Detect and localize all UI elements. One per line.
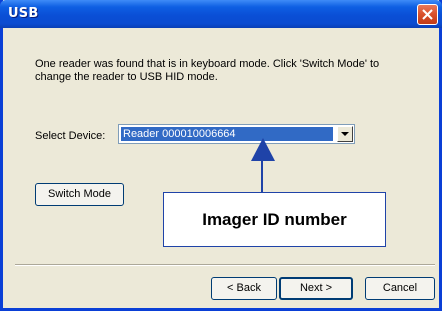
window-title: USB [8,6,39,21]
title-bar[interactable]: USB [0,0,442,28]
back-button[interactable]: < Back [211,277,277,300]
device-select[interactable]: Reader 000010006664 [118,124,355,144]
cancel-button[interactable]: Cancel [365,277,435,300]
callout-pointer-line [261,160,263,192]
device-select-value: Reader 000010006664 [121,127,333,141]
close-button[interactable] [417,4,438,25]
usb-dialog-window: USB One reader was found that is in keyb… [0,0,442,311]
instruction-message: One reader was found that is in keyboard… [35,58,380,83]
close-icon [422,9,433,20]
callout-arrowhead-icon [251,138,275,161]
dropdown-button[interactable] [337,126,353,142]
callout-text: Imager ID number [202,210,347,229]
chevron-down-icon [341,132,349,136]
next-button[interactable]: Next > [279,277,353,300]
select-device-label: Select Device: [35,130,106,142]
switch-mode-button[interactable]: Switch Mode [35,183,124,206]
footer-separator [15,264,435,266]
callout-box: Imager ID number [163,192,386,247]
